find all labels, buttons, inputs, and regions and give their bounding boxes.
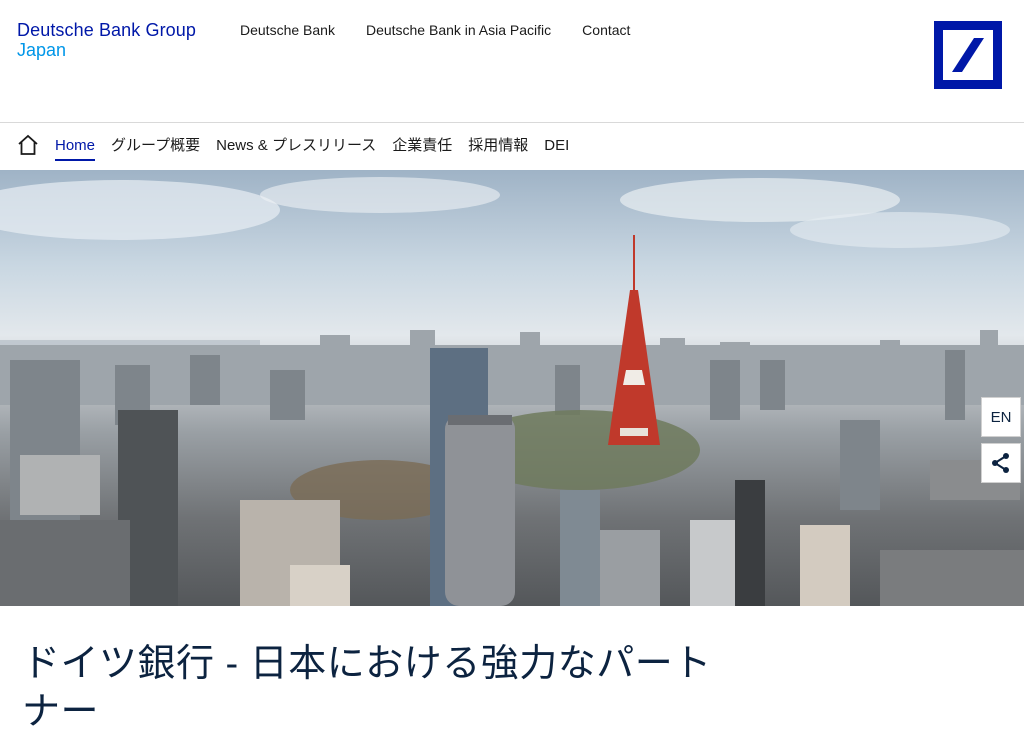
- nav-item-dei[interactable]: DEI: [544, 137, 569, 161]
- share-icon: [992, 453, 1009, 473]
- toplink-asia-pacific[interactable]: Deutsche Bank in Asia Pacific: [366, 22, 551, 38]
- language-switch-button[interactable]: EN: [981, 397, 1021, 437]
- deutsche-bank-logo[interactable]: [934, 21, 1002, 89]
- nav-item-news[interactable]: News & プレスリリース: [216, 137, 376, 161]
- toplink-deutsche-bank[interactable]: Deutsche Bank: [240, 22, 335, 38]
- top-header: Deutsche Bank Group Japan Deutsche Bank …: [0, 0, 1024, 122]
- brand-region: Japan: [17, 40, 67, 60]
- hero-image-tokyo-skyline: EN: [0, 170, 1024, 606]
- page-headline: ドイツ銀行 - 日本における強力なパートナー: [22, 643, 712, 733]
- main-nav: Home グループ概要 News & プレスリリース 企業責任 採用情報 DEI: [0, 123, 1024, 170]
- nav-item-home[interactable]: Home: [55, 137, 96, 161]
- toplink-contact[interactable]: Contact: [582, 22, 630, 38]
- nav-item-careers[interactable]: 採用情報: [468, 137, 528, 161]
- tokyo-tower: [608, 235, 660, 445]
- brand-name: Deutsche Bank Group: [17, 20, 196, 40]
- logo-slash-icon: [952, 38, 984, 72]
- nav-items: Home グループ概要 News & プレスリリース 企業責任 採用情報 DEI: [55, 137, 585, 161]
- brand-link[interactable]: Deutsche Bank Group Japan: [17, 20, 196, 60]
- share-button[interactable]: [981, 443, 1021, 483]
- nav-item-group-overview[interactable]: グループ概要: [111, 137, 200, 161]
- nav-item-corporate-responsibility[interactable]: 企業責任: [392, 137, 452, 161]
- city-skyline-illustration: [0, 177, 1024, 606]
- top-links: Deutsche Bank Deutsche Bank in Asia Paci…: [240, 22, 661, 38]
- home-icon[interactable]: [16, 133, 40, 157]
